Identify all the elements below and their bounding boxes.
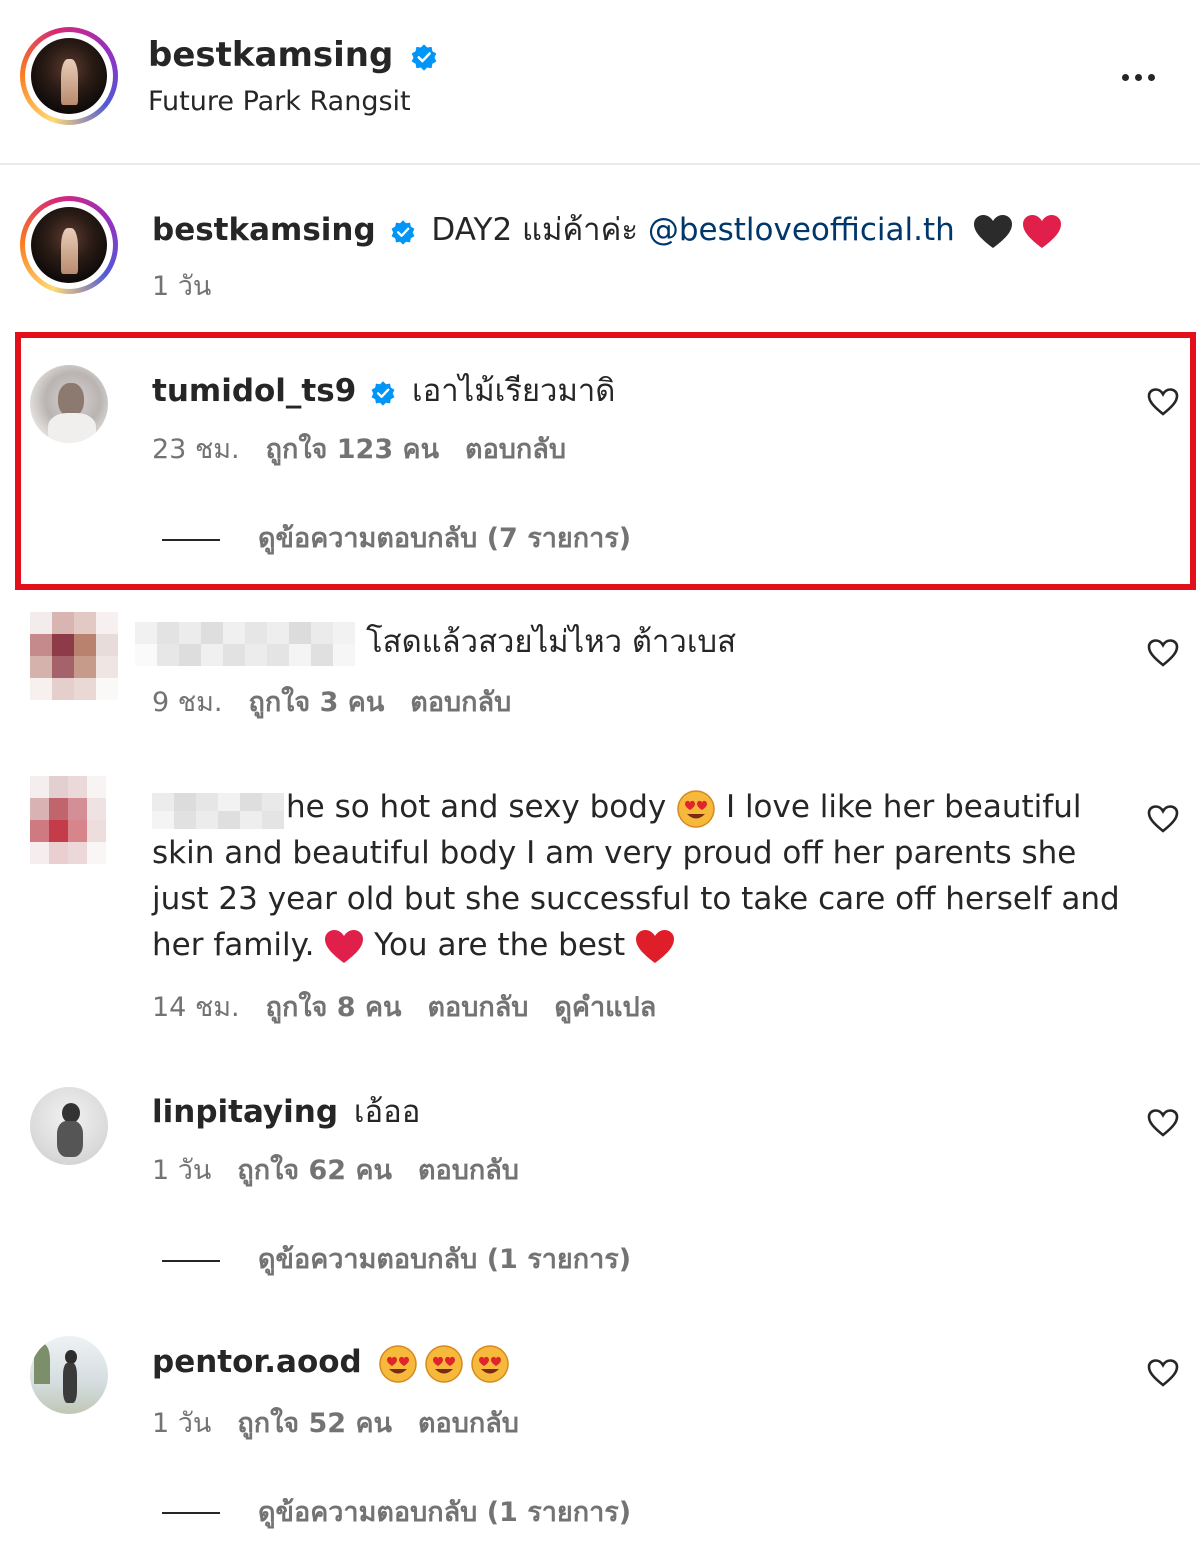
comment-text: โสดแล้วสวยไม่ไหว ต้าวเบส — [366, 624, 737, 660]
comment-row: linpitaying เอ้ออ — [152, 1092, 420, 1132]
heart-icon[interactable] — [1147, 1108, 1179, 1138]
red-heart-icon — [325, 929, 364, 963]
heart-icon[interactable] — [1147, 1358, 1179, 1388]
comment-meta: 1 วัน ถูกใจ 62 คน ตอบกลับ — [152, 1154, 545, 1188]
comment-avatar[interactable] — [30, 1087, 108, 1165]
heart-eyes-emoji — [470, 1344, 509, 1383]
heart-icon[interactable] — [1147, 387, 1179, 417]
blurred-username — [135, 622, 355, 666]
heart-icon[interactable] — [1147, 804, 1179, 834]
header-avatar[interactable] — [20, 27, 118, 125]
caption-username[interactable]: bestkamsing — [152, 212, 376, 248]
comment-text-line: just 23 year old but she successful to t… — [152, 881, 1120, 917]
reply-button[interactable]: ตอบกลับ — [418, 1408, 519, 1439]
blurred-avatar[interactable] — [30, 776, 106, 864]
more-options-icon[interactable] — [1122, 66, 1166, 84]
caption-avatar[interactable] — [20, 196, 118, 294]
post-header: bestkamsing Future Park Rangsit — [0, 0, 1200, 165]
comment-meta: 9 ชม. ถูกใจ 3 คน ตอบกลับ — [152, 686, 537, 720]
header-username[interactable]: bestkamsing — [148, 35, 393, 75]
reply-button[interactable]: ตอบกลับ — [427, 992, 528, 1023]
heart-icon[interactable] — [1147, 638, 1179, 668]
caption-text: DAY2 แม่ค้าค่ะ — [431, 212, 648, 248]
heart-eyes-emoji — [677, 789, 715, 828]
caption-time: 1 วัน — [152, 271, 212, 302]
replies-divider — [162, 1512, 220, 1514]
verified-badge-icon — [391, 219, 414, 245]
comment-meta: 14 ชม. ถูกใจ 8 คน ตอบกลับ ดูคำแปล — [152, 991, 682, 1025]
comment-time: 14 ชม. — [152, 992, 240, 1023]
replies-divider — [162, 539, 220, 541]
comment-text-line: You are the best — [364, 927, 636, 963]
reply-button[interactable]: ตอบกลับ — [410, 687, 511, 718]
comment-time: 1 วัน — [152, 1155, 212, 1186]
caption-mention[interactable]: @bestloveofficial.th — [648, 212, 955, 248]
view-replies-button[interactable]: ดูข้อความตอบกลับ (1 รายการ) — [258, 1496, 631, 1530]
comment-emojis — [378, 1344, 510, 1383]
black-heart-icon — [973, 214, 1012, 248]
comment-meta: 23 ชม. ถูกใจ 123 คน ตอบกลับ — [152, 433, 592, 467]
comment-likes[interactable]: ถูกใจ 62 คน — [237, 1155, 392, 1186]
blurred-avatar[interactable] — [30, 612, 118, 700]
replies-divider — [162, 1260, 220, 1262]
comment-time: 23 ชม. — [152, 434, 240, 465]
red-heart-icon — [636, 929, 675, 963]
comment-row: pentor.aood — [152, 1342, 510, 1384]
comment-text-line: skin and beautiful body I am very proud … — [152, 835, 1077, 871]
header-location[interactable]: Future Park Rangsit — [148, 82, 411, 122]
comment-likes[interactable]: ถูกใจ 52 คน — [237, 1408, 392, 1439]
comment-avatar[interactable] — [30, 365, 108, 443]
view-replies-button[interactable]: ดูข้อความตอบกลับ (1 รายการ) — [258, 1243, 631, 1277]
comment-row: tumidol_ts9 เอาไม้เรียวมาดิ — [152, 371, 615, 411]
comment-text: เอ้ออ — [353, 1094, 421, 1130]
caption-row: bestkamsing DAY2 แม่ค้าค่ะ @bestloveoffi… — [152, 210, 1062, 250]
translate-button[interactable]: ดูคำแปล — [554, 992, 656, 1023]
comment-text: เอาไม้เรียวมาดิ — [412, 373, 616, 409]
comment-username[interactable]: tumidol_ts9 — [152, 373, 356, 409]
comment-likes[interactable]: ถูกใจ 123 คน — [266, 434, 439, 465]
heart-eyes-emoji — [424, 1344, 463, 1383]
verified-badge-icon — [411, 43, 437, 71]
reply-button[interactable]: ตอบกลับ — [465, 434, 566, 465]
view-replies-button[interactable]: ดูข้อความตอบกลับ (7 รายการ) — [258, 522, 631, 556]
comment-text-line: he so hot and sexy body — [286, 789, 677, 825]
verified-badge-icon — [371, 380, 395, 406]
comment-likes[interactable]: ถูกใจ 3 คน — [248, 687, 384, 718]
reply-button[interactable]: ตอบกลับ — [418, 1155, 519, 1186]
comment-username[interactable]: pentor.aood — [152, 1344, 362, 1380]
heart-eyes-emoji — [378, 1344, 417, 1383]
comment-username[interactable]: linpitaying — [152, 1094, 338, 1130]
comment-text: he so hot and sexy body I love like her … — [152, 784, 1120, 968]
comment-meta: 1 วัน ถูกใจ 52 คน ตอบกลับ — [152, 1407, 545, 1441]
comment-time: 1 วัน — [152, 1408, 212, 1439]
red-heart-icon — [1023, 214, 1062, 248]
comment-time: 9 ชม. — [152, 687, 223, 718]
comment-text-line: I love like her beautiful — [716, 789, 1082, 825]
comment-likes[interactable]: ถูกใจ 8 คน — [266, 992, 402, 1023]
header-username-row: bestkamsing — [148, 35, 438, 75]
comment-avatar[interactable] — [30, 1336, 108, 1414]
comment-text-line: her family. — [152, 927, 325, 963]
